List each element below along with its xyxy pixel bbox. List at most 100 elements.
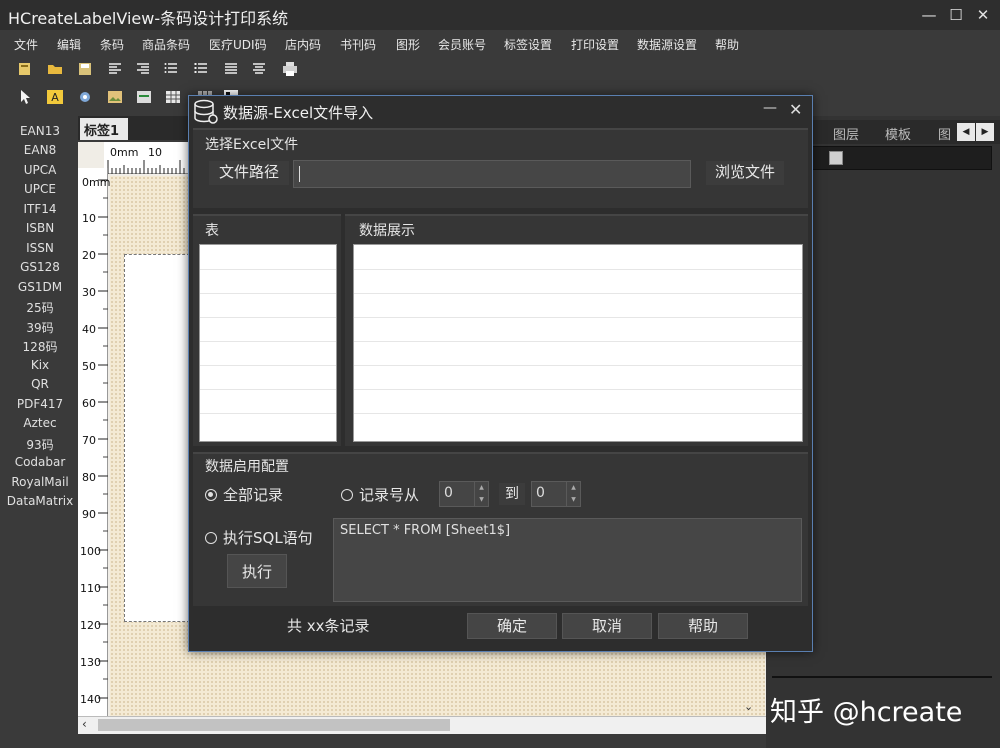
menu-datasource[interactable]: 数据源设置 [637,36,697,53]
ruler-top-label: 10 [148,146,162,159]
ruler-left-label: 60 [82,397,96,410]
watermark: 知乎 @hcreate [770,697,963,728]
record-count: 共 xx条记录 [287,617,370,635]
menu-help[interactable]: 帮助 [715,36,739,53]
picture-icon[interactable] [106,88,124,106]
line-icon[interactable] [135,88,153,106]
table-icon[interactable] [164,88,182,106]
barcode-type-item[interactable]: UPCE [0,182,80,196]
all-records-radio[interactable] [205,489,217,501]
minimize-button[interactable]: — [918,4,940,26]
scroll-left-icon[interactable]: ‹ [82,717,87,731]
menu-store-code[interactable]: 店内码 [285,36,321,53]
numbered-list-icon[interactable] [192,60,210,78]
menu-print-settings[interactable]: 打印设置 [571,36,619,53]
ruler-left-label: 10 [82,212,96,225]
save-icon[interactable] [76,60,94,78]
barcode-type-item[interactable]: ITF14 [0,202,80,216]
menu-bar: 文件 编辑 条码 商品条码 医疗UDI码 店内码 书刊码 图形 会员账号 标签设… [0,36,760,56]
close-button[interactable]: ✕ [972,4,994,26]
menu-label-settings[interactable]: 标签设置 [504,36,552,53]
barcode-type-item[interactable]: RoyalMail [0,475,80,489]
sql-label[interactable]: 执行SQL语句 [223,527,313,548]
maximize-button[interactable]: ☐ [945,4,967,26]
tab-layers[interactable]: 图层 [833,124,859,143]
data-preview-group: 数据展示 [345,214,808,446]
barcode-type-item[interactable]: UPCA [0,163,80,177]
menu-file[interactable]: 文件 [14,36,38,53]
new-icon[interactable] [16,60,34,78]
barcode-type-item[interactable]: 25码 [0,299,80,316]
sql-textarea[interactable]: SELECT * FROM [Sheet1$] [333,518,802,602]
file-group-title: 选择Excel文件 [205,137,299,153]
barcode-type-item[interactable]: GS1DM [0,280,80,294]
barcode-type-item[interactable]: Codabar [0,455,80,469]
file-path-label: 文件路径 [209,161,289,185]
stepper-arrows-icon[interactable]: ▲ ▼ [566,482,580,506]
layer-icon[interactable] [829,151,843,165]
barcode-type-item[interactable]: 93码 [0,436,80,453]
tab-templates[interactable]: 模板 [885,124,911,143]
barcode-type-item[interactable]: PDF417 [0,397,80,411]
justify-icon[interactable] [222,60,240,78]
sheet-list[interactable] [199,244,337,442]
dialog-close-button[interactable]: ✕ [789,100,802,119]
menu-member[interactable]: 会员账号 [438,36,486,53]
label-paper[interactable] [124,254,190,622]
record-to-stepper[interactable]: 0 ▲ ▼ [531,481,581,507]
menu-book-code[interactable]: 书刊码 [340,36,376,53]
cancel-button[interactable]: 取消 [562,613,652,639]
barcode-type-list: EAN13 EAN8 UPCA UPCE ITF14 ISBN ISSN GS1… [0,120,80,520]
barcode-type-item[interactable]: DataMatrix [0,494,80,508]
tab-scroll-right-icon[interactable]: ▶ [976,123,994,141]
folder-icon[interactable] [46,60,64,78]
align-center-icon[interactable] [250,60,268,78]
menu-barcode[interactable]: 条码 [100,36,124,53]
image-icon[interactable] [76,88,94,106]
all-records-label[interactable]: 全部记录 [223,484,283,505]
horizontal-scroll-thumb[interactable] [98,719,450,731]
text-icon[interactable]: A [46,88,64,106]
tab-images[interactable]: 图 [938,124,951,143]
menu-product-barcode[interactable]: 商品条码 [142,36,190,53]
sql-radio[interactable] [205,532,217,544]
menu-graphics[interactable]: 图形 [396,36,420,53]
data-config-group: 数据启用配置 全部记录 记录号从 0 ▲ ▼ 到 0 ▲ ▼ 执行SQL语句 执行 … [193,452,808,606]
barcode-type-item[interactable]: GS128 [0,260,80,274]
align-left-icon[interactable] [106,60,124,78]
printer-icon[interactable] [281,60,299,78]
pointer-icon[interactable] [16,88,34,106]
barcode-type-item[interactable]: ISSN [0,241,80,255]
menu-udi[interactable]: 医疗UDI码 [209,36,267,53]
ruler-left-ticks [98,179,108,699]
record-range-radio[interactable] [341,489,353,501]
dialog-minimize-button[interactable]: — [763,100,777,116]
file-path-input[interactable] [293,160,691,188]
menu-edit[interactable]: 编辑 [57,36,81,53]
ruler-left-label: 50 [82,360,96,373]
barcode-type-item[interactable]: 128码 [0,338,80,355]
list-icon[interactable] [162,60,180,78]
record-from-stepper[interactable]: 0 ▲ ▼ [439,481,489,507]
execute-button[interactable]: 执行 [227,554,287,588]
data-preview-grid[interactable] [353,244,803,442]
tab-scroll-left-icon[interactable]: ◀ [957,123,975,141]
barcode-type-item[interactable]: Kix [0,358,80,372]
ruler-top-ticks [107,160,185,174]
ok-button[interactable]: 确定 [467,613,557,639]
record-range-label[interactable]: 记录号从 [359,484,419,505]
tab-label-1[interactable]: 标签1 [80,118,128,140]
stepper-arrows-icon[interactable]: ▲ ▼ [474,482,488,506]
right-panel-divider [772,676,992,678]
barcode-type-item[interactable]: ISBN [0,221,80,235]
barcode-type-item[interactable]: EAN8 [0,143,80,157]
scroll-down-icon[interactable]: ⌄ [744,700,753,713]
browse-file-button[interactable]: 浏览文件 [706,161,784,185]
record-to-value: 0 [536,485,545,501]
barcode-type-item[interactable]: EAN13 [0,124,80,138]
barcode-type-item[interactable]: Aztec [0,416,80,430]
help-button[interactable]: 帮助 [658,613,748,639]
barcode-type-item[interactable]: 39码 [0,319,80,336]
barcode-type-item[interactable]: QR [0,377,80,391]
align-right-icon[interactable] [134,60,152,78]
